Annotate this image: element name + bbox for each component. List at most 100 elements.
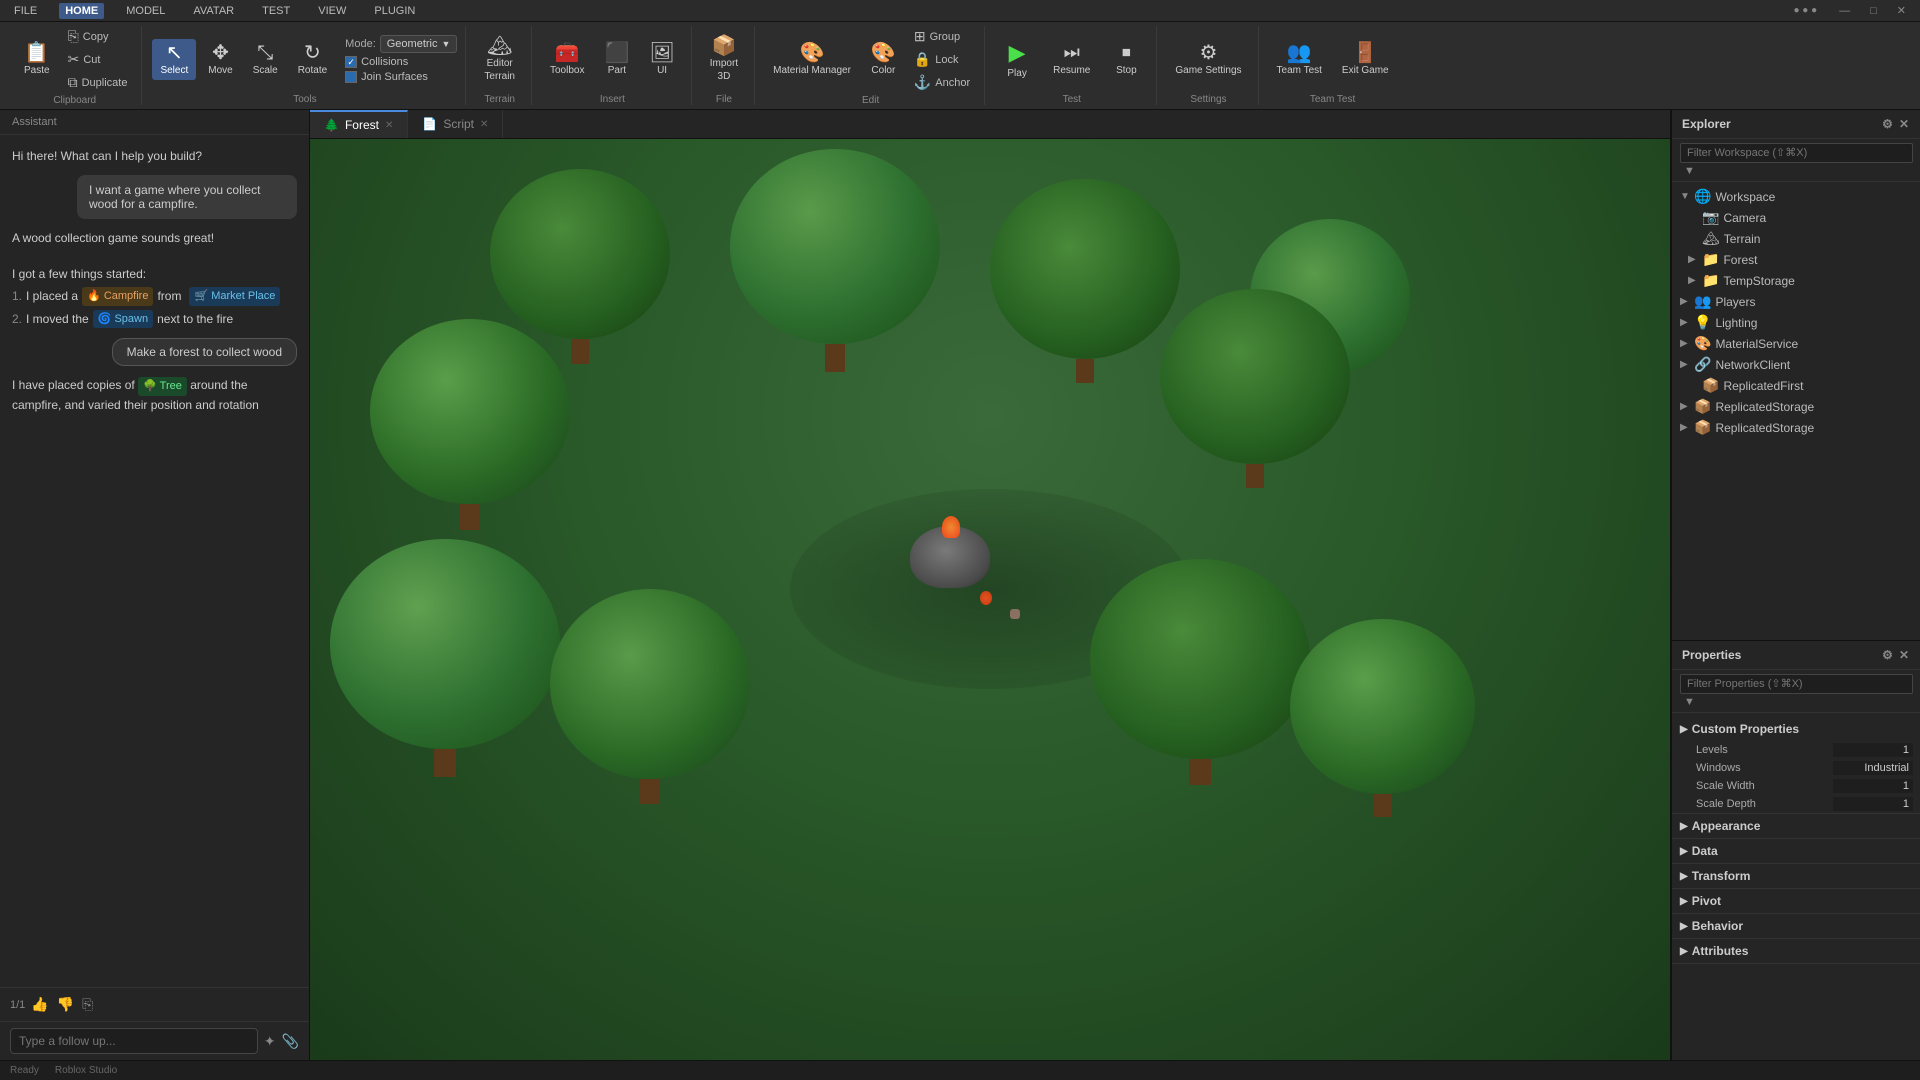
toolbox-button[interactable]: 🧰 Toolbox [542, 39, 592, 80]
team-test-label: Team Test [1310, 92, 1355, 105]
play-button[interactable]: ▶ Play [995, 36, 1039, 83]
tree-tag[interactable]: 🌳 Tree [138, 377, 187, 396]
attributes-section: ▶ Attributes [1672, 939, 1920, 964]
scene-canvas[interactable] [310, 139, 1670, 1060]
menu-file[interactable]: FILE [8, 3, 43, 19]
camera-icon: 📷 [1702, 209, 1719, 226]
move-button[interactable]: ✥ Move [200, 39, 240, 80]
data-header[interactable]: ▶ Data [1672, 839, 1920, 863]
prop-windows-value[interactable]: Industrial [1833, 761, 1913, 775]
pivot-arrow: ▶ [1680, 896, 1688, 907]
spawn-tag[interactable]: 🌀 Spawn [93, 310, 153, 329]
attach-button[interactable]: 📎 [282, 1033, 299, 1050]
properties-filter-dropdown-icon[interactable]: ▼ [1684, 696, 1695, 708]
campfire-tag[interactable]: 🔥 Campfire [82, 287, 153, 306]
thumbs-down-button[interactable]: 👎 [57, 996, 74, 1013]
join-surfaces-checkbox[interactable]: Join Surfaces [345, 71, 457, 83]
rotate-button[interactable]: ↻ Rotate [290, 39, 335, 80]
editor-terrain-button[interactable]: 🏔 Editor Terrain [476, 32, 523, 86]
properties-header: Properties ⚙ ✕ [1672, 641, 1920, 670]
marketplace-tag[interactable]: 🛒 Market Place [189, 287, 280, 306]
explorer-camera[interactable]: 📷 Camera [1672, 207, 1920, 228]
ui-button[interactable]: 🖼 UI [641, 39, 682, 80]
explorer-materialservice[interactable]: ▶ 🎨 MaterialService [1672, 333, 1920, 354]
prop-scalewidth-value[interactable]: 1 [1833, 779, 1913, 793]
copy-button[interactable]: ⎘ Copy [62, 26, 134, 47]
menu-avatar[interactable]: AVATAR [187, 3, 240, 19]
custom-properties-header[interactable]: ▶ Custom Properties [1672, 717, 1920, 741]
duplicate-button[interactable]: ⧉ Duplicate [62, 72, 134, 93]
paste-button[interactable]: 📋 Paste [16, 39, 58, 80]
players-icon: 👥 [1694, 293, 1711, 310]
lock-button[interactable]: 🔒 Lock [908, 49, 976, 70]
explorer-header: Explorer ⚙ ✕ [1672, 110, 1920, 139]
explorer-tree: ▼ 🌐 Workspace 📷 Camera 🏔 Terrain ▶ 📁 [1672, 182, 1920, 640]
pivot-header[interactable]: ▶ Pivot [1672, 889, 1920, 913]
copy-message-button[interactable]: ⎘ [82, 996, 93, 1013]
menu-home[interactable]: HOME [59, 3, 104, 19]
explorer-players[interactable]: ▶ 👥 Players [1672, 291, 1920, 312]
select-button[interactable]: ↖ Select [152, 39, 196, 80]
properties-close-icon[interactable]: ✕ [1897, 646, 1911, 664]
campfire-rock [910, 526, 990, 591]
attributes-header[interactable]: ▶ Attributes [1672, 939, 1920, 963]
window-maximize[interactable]: □ [1864, 3, 1883, 19]
window-minimize[interactable]: — [1833, 3, 1856, 19]
part-button[interactable]: ⬛ Part [596, 39, 637, 80]
script-tab-close[interactable]: ✕ [480, 119, 488, 130]
resume-button[interactable]: ⏭ Resume [1043, 38, 1100, 80]
color-button[interactable]: 🎨 Color [863, 39, 904, 80]
menu-model[interactable]: MODEL [120, 3, 171, 19]
filter-dropdown-icon[interactable]: ▼ [1684, 165, 1695, 177]
explorer-networkclient[interactable]: ▶ 🔗 NetworkClient [1672, 354, 1920, 375]
explorer-close-icon[interactable]: ✕ [1897, 115, 1911, 133]
properties-filter-row: ▼ [1672, 670, 1920, 713]
explorer-replicatedfirst[interactable]: 📦 ReplicatedFirst [1672, 375, 1920, 396]
bot-response-1: A wood collection game sounds great! I g… [12, 229, 297, 328]
explorer-forest[interactable]: ▶ 📁 Forest [1672, 249, 1920, 270]
cut-button[interactable]: ✂ Cut [62, 49, 134, 70]
workspace-arrow: ▼ [1680, 191, 1690, 202]
menu-view[interactable]: VIEW [312, 3, 352, 19]
group-button[interactable]: ⊞ Group [908, 26, 976, 47]
script-tab[interactable]: 📄 Script ✕ [408, 110, 503, 138]
explorer-replicatedstorage-2[interactable]: ▶ 📦 ReplicatedStorage [1672, 417, 1920, 438]
transform-header[interactable]: ▶ Transform [1672, 864, 1920, 888]
tempstorage-icon: 📁 [1702, 272, 1719, 289]
menu-plugin[interactable]: PLUGIN [368, 3, 421, 19]
assistant-panel: Assistant Hi there! What can I help you … [0, 110, 310, 1060]
explorer-settings-icon[interactable]: ⚙ [1880, 115, 1895, 133]
properties-settings-icon[interactable]: ⚙ [1880, 646, 1895, 664]
team-test-button[interactable]: 👥 Team Test [1269, 39, 1330, 80]
collisions-checkbox[interactable]: Collisions [345, 56, 457, 68]
mode-select[interactable]: Geometric ▼ [380, 35, 458, 53]
appearance-header[interactable]: ▶ Appearance [1672, 814, 1920, 838]
prop-levels-value[interactable]: 1 [1833, 743, 1913, 757]
thumbs-up-button[interactable]: 👍 [31, 996, 48, 1013]
explorer-replicatedstorage-1[interactable]: ▶ 📦 ReplicatedStorage [1672, 396, 1920, 417]
window-close[interactable]: ✕ [1891, 2, 1912, 19]
scale-button[interactable]: ⤡ Scale [245, 39, 286, 80]
explorer-filter-input[interactable] [1680, 143, 1913, 163]
file-group: 📦 Import 3D File [694, 26, 755, 105]
import-3d-button[interactable]: 📦 Import 3D [702, 32, 746, 86]
explorer-lighting[interactable]: ▶ 💡 Lighting [1672, 312, 1920, 333]
forest-tab[interactable]: 🌲 Forest ✕ [310, 110, 408, 138]
properties-filter-input[interactable] [1680, 674, 1913, 694]
forest-tab-close[interactable]: ✕ [385, 120, 393, 131]
explorer-tempstorage[interactable]: ▶ 📁 TempStorage [1672, 270, 1920, 291]
exit-game-button[interactable]: 🚪 Exit Game [1334, 39, 1397, 80]
explorer-terrain[interactable]: 🏔 Terrain [1672, 228, 1920, 249]
menu-test[interactable]: TEST [256, 3, 296, 19]
game-settings-button[interactable]: ⚙ Game Settings [1167, 39, 1249, 80]
forest-suggestion[interactable]: Make a forest to collect wood [112, 338, 297, 366]
stop-button[interactable]: ⏹ Stop [1104, 38, 1148, 80]
explorer-workspace[interactable]: ▼ 🌐 Workspace [1672, 186, 1920, 207]
anchor-button[interactable]: ⚓ Anchor [908, 72, 976, 93]
material-manager-button[interactable]: 🎨 Material Manager [765, 39, 859, 80]
prop-scaledepth-value[interactable]: 1 [1833, 797, 1913, 811]
voice-input-button[interactable]: ✦ [264, 1033, 276, 1050]
chat-input[interactable] [10, 1028, 258, 1054]
behavior-header[interactable]: ▶ Behavior [1672, 914, 1920, 938]
settings-row: ⚙ Game Settings [1167, 26, 1249, 92]
